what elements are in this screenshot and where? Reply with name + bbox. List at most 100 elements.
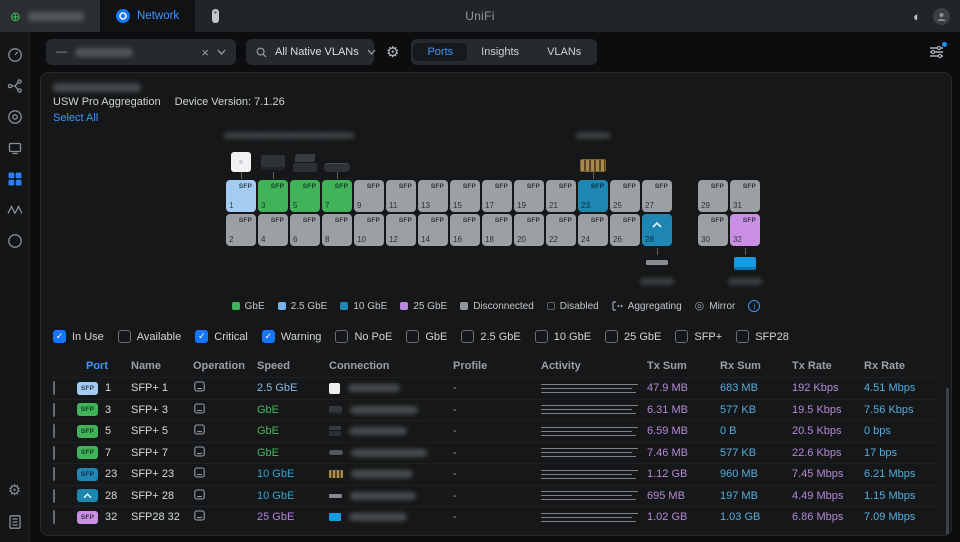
port-8[interactable]: SFP8 (322, 214, 352, 246)
row-checkbox[interactable] (53, 446, 55, 460)
operation-device-icon[interactable] (193, 423, 257, 439)
filter-warning[interactable]: ✓Warning (262, 330, 322, 343)
access-point-device-icon[interactable] (231, 152, 251, 172)
blue-device-device-icon[interactable] (734, 257, 756, 270)
select-all-link[interactable]: Select All (53, 112, 98, 124)
device-filter-select[interactable]: — × (46, 39, 236, 65)
port-4[interactable]: SFP4 (258, 214, 288, 246)
patch-panel-device-icon[interactable] (580, 159, 606, 172)
port-5[interactable]: SFP5 (290, 180, 320, 212)
checkbox[interactable]: ✓ (53, 330, 66, 343)
checkbox[interactable] (118, 330, 131, 343)
port-21[interactable]: SFP21 (546, 180, 576, 212)
port-31[interactable]: SFP31 (730, 180, 760, 212)
table-row-port-23[interactable]: SFP23SFP+ 2310 GbE-1.12 GB960 MB7.45 Mbp… (53, 463, 939, 485)
col-header-speed[interactable]: Speed (257, 360, 329, 372)
filter-2-5-gbe[interactable]: 2.5 GbE (461, 330, 520, 343)
row-checkbox[interactable] (53, 467, 55, 481)
checkbox[interactable] (535, 330, 548, 343)
vlan-filter-select[interactable]: All Native VLANs (246, 39, 374, 65)
operation-device-icon[interactable] (193, 445, 257, 461)
row-checkbox[interactable] (53, 489, 55, 503)
tab-device-app[interactable] (195, 0, 236, 32)
checkbox[interactable]: ✓ (195, 330, 208, 343)
table-row-port-7[interactable]: SFP7SFP+ 7GbE-7.46 MB577 KB22.6 Kbps17 b… (53, 442, 939, 464)
port-23[interactable]: SFP23 (578, 180, 608, 212)
col-header-name[interactable]: Name (131, 360, 193, 372)
operation-device-icon[interactable] (193, 488, 257, 504)
theme-toggle-icon[interactable]: ◐ (913, 9, 921, 24)
tab-insights[interactable]: Insights (467, 43, 533, 61)
user-avatar[interactable] (933, 8, 950, 25)
col-header-rx-rate[interactable]: Rx Rate (864, 360, 939, 372)
col-header-connection[interactable]: Connection (329, 360, 453, 372)
tab-network-app[interactable]: Network (100, 0, 195, 32)
filter-gbe[interactable]: GbE (406, 330, 447, 343)
port-2[interactable]: SFP2 (226, 214, 256, 246)
col-header-rx-sum[interactable]: Rx Sum (720, 360, 792, 372)
table-row-port-28[interactable]: 28SFP+ 2810 GbE-695 MB197 MB4.49 Mbps1.1… (53, 485, 939, 507)
info-icon[interactable]: i (748, 300, 760, 312)
filter-no-poe[interactable]: No PoE (335, 330, 392, 343)
checkbox[interactable] (335, 330, 348, 343)
checkbox[interactable] (461, 330, 474, 343)
table-row-port-1[interactable]: SFP1SFP+ 12.5 GbE-47.9 MB683 MB192 Kbps4… (53, 377, 939, 399)
filter-25-gbe[interactable]: 25 GbE (605, 330, 661, 343)
port-32[interactable]: SFP32 (730, 214, 760, 246)
scrollbar-thumb[interactable] (946, 388, 949, 536)
port-14[interactable]: SFP14 (418, 214, 448, 246)
port-29[interactable]: SFP29 (698, 180, 728, 212)
port-16[interactable]: SFP16 (450, 214, 480, 246)
strip-device-device-icon[interactable] (646, 260, 668, 265)
port-19[interactable]: SFP19 (514, 180, 544, 212)
col-header-port[interactable]: Port (77, 360, 131, 372)
checkbox[interactable] (605, 330, 618, 343)
port-28[interactable]: 28 (642, 214, 672, 246)
filter-available[interactable]: Available (118, 330, 181, 343)
filter-in-use[interactable]: ✓In Use (53, 330, 104, 343)
col-header-profile[interactable]: Profile (453, 360, 541, 372)
port-6[interactable]: SFP6 (290, 214, 320, 246)
port-7[interactable]: SFP7 (322, 180, 352, 212)
clear-icon[interactable]: × (201, 45, 209, 60)
row-checkbox[interactable] (53, 381, 55, 395)
port-12[interactable]: SFP12 (386, 214, 416, 246)
operation-device-icon[interactable] (193, 466, 257, 482)
sidebar-item-unifi-devices[interactable] (6, 108, 23, 125)
checkbox[interactable] (406, 330, 419, 343)
tab-ports[interactable]: Ports (413, 43, 467, 61)
filter-options-icon[interactable] (926, 43, 946, 61)
sidebar-item-insights[interactable] (6, 232, 23, 249)
col-header-tx-rate[interactable]: Tx Rate (792, 360, 864, 372)
row-checkbox[interactable] (53, 510, 55, 524)
port-18[interactable]: SFP18 (482, 214, 512, 246)
row-checkbox[interactable] (53, 424, 55, 438)
col-header-operation[interactable]: Operation (193, 360, 257, 372)
port-10[interactable]: SFP10 (354, 214, 384, 246)
port-27[interactable]: SFP27 (642, 180, 672, 212)
col-header-activity[interactable]: Activity (541, 360, 647, 372)
port-11[interactable]: SFP11 (386, 180, 416, 212)
filter-critical[interactable]: ✓Critical (195, 330, 248, 343)
port-3[interactable]: SFP3 (258, 180, 288, 212)
port-26[interactable]: SFP26 (610, 214, 640, 246)
col-header-tx-sum[interactable]: Tx Sum (647, 360, 720, 372)
settings-gear-icon[interactable]: ⚙ (386, 43, 399, 61)
sidebar-item-dashboard[interactable] (6, 46, 23, 63)
sidebar-item-settings[interactable]: ⚙ (6, 482, 23, 499)
filter-sfp28[interactable]: SFP28 (736, 330, 789, 343)
port-24[interactable]: SFP24 (578, 214, 608, 246)
operation-device-icon[interactable] (193, 509, 257, 525)
port-1[interactable]: SFP1 (226, 180, 256, 212)
port-9[interactable]: SFP9 (354, 180, 384, 212)
tab-vlans[interactable]: VLANs (533, 43, 595, 61)
port-22[interactable]: SFP22 (546, 214, 576, 246)
port-30[interactable]: SFP30 (698, 214, 728, 246)
filter-sfp-[interactable]: SFP+ (675, 330, 722, 343)
operation-device-icon[interactable] (193, 380, 257, 396)
sidebar-item-radios[interactable] (6, 201, 23, 218)
stack-device-icon[interactable] (293, 154, 317, 172)
port-13[interactable]: SFP13 (418, 180, 448, 212)
sidebar-item-ports[interactable] (6, 170, 23, 187)
sidebar-item-topology[interactable] (6, 77, 23, 94)
